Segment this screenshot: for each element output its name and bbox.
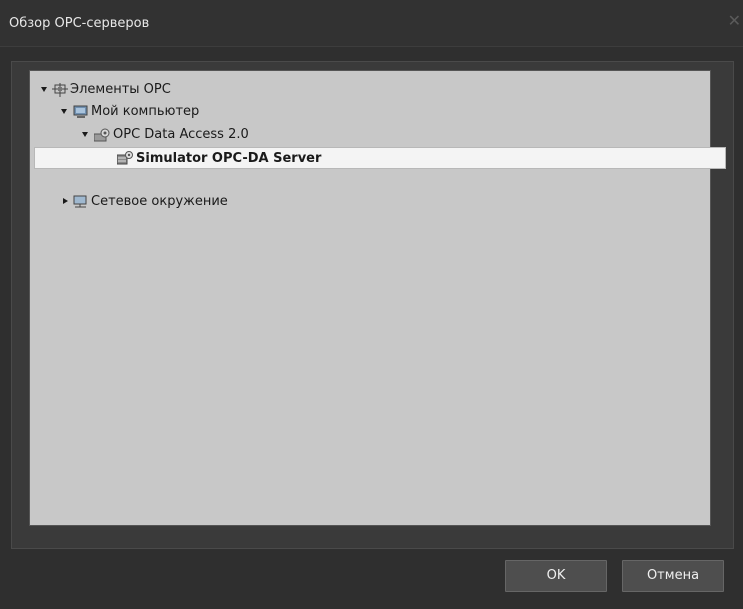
folder-gear-icon [93, 128, 110, 142]
chevron-right-icon[interactable] [63, 198, 68, 204]
tree-item-my-computer[interactable]: Мой компьютер [30, 101, 710, 123]
tree-item-simulator-server[interactable]: Simulator OPC-DA Server [34, 147, 726, 169]
cancel-button[interactable]: Отмена [622, 560, 724, 592]
opc-browse-dialog: Обзор OPC-серверов ✕ Элементы OPC Мой ко… [0, 0, 743, 609]
tree-item-label: Simulator OPC-DA Server [136, 151, 322, 166]
opc-tree[interactable]: Элементы OPC Мой компьютер OPC Data Acce… [29, 70, 726, 526]
tree-item-label: Сетевое окружение [91, 194, 228, 209]
chevron-down-icon[interactable] [41, 87, 47, 92]
tree-item-label: OPC Data Access 2.0 [113, 127, 249, 142]
title-bar[interactable]: Обзор OPC-серверов ✕ [0, 0, 743, 47]
close-icon[interactable]: ✕ [728, 13, 741, 29]
computer-icon [73, 105, 89, 119]
network-nodes-icon [52, 83, 68, 97]
network-computer-icon [73, 195, 89, 209]
tree-item-opc-da-2[interactable]: OPC Data Access 2.0 [30, 124, 710, 146]
chevron-down-icon[interactable] [61, 109, 67, 114]
tree-item-label: Мой компьютер [91, 104, 200, 119]
chevron-down-icon[interactable] [82, 132, 88, 137]
tree-item-network[interactable]: Сетевое окружение [30, 191, 710, 213]
ok-button[interactable]: OK [505, 560, 607, 592]
content-panel: Элементы OPC Мой компьютер OPC Data Acce… [11, 61, 734, 549]
tree-item-opc-elements[interactable]: Элементы OPC [30, 79, 710, 101]
server-gear-icon [116, 151, 133, 165]
tree-item-label: Элементы OPC [70, 82, 171, 97]
window-title: Обзор OPC-серверов [9, 16, 150, 31]
